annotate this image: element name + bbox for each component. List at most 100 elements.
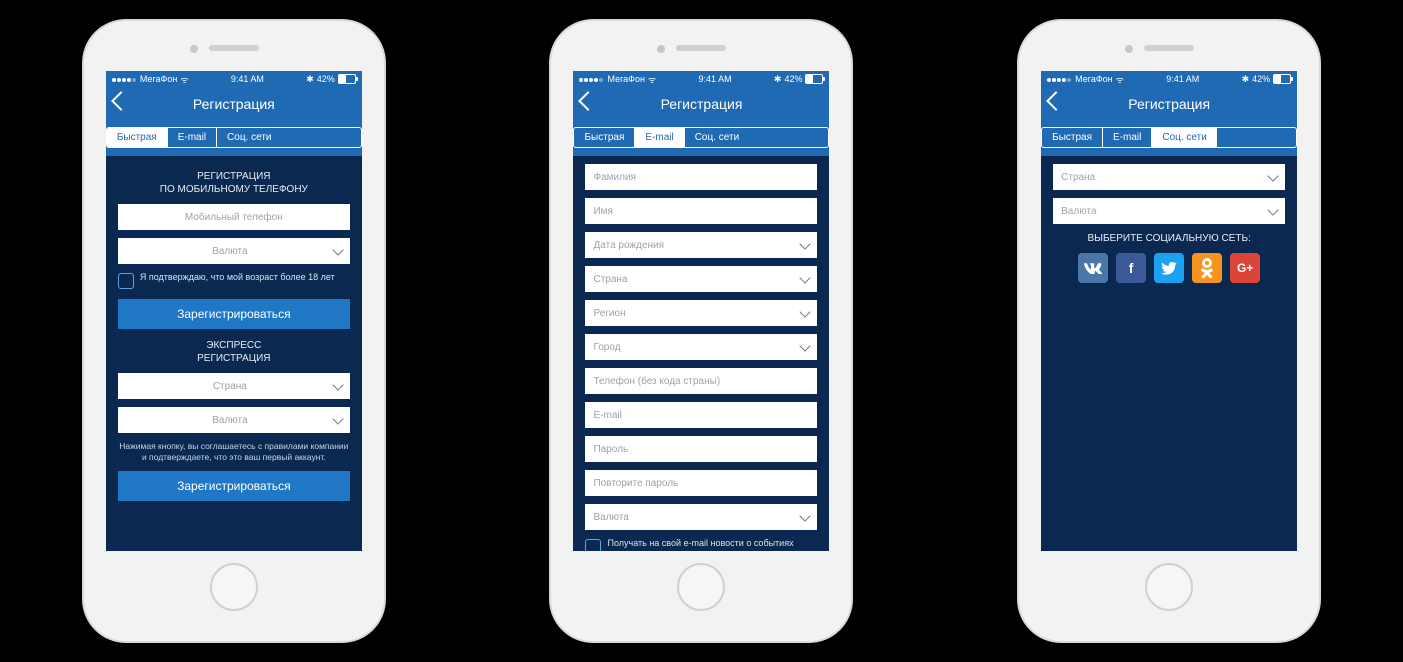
page-title: Регистрация	[661, 96, 743, 112]
tab-social[interactable]: Соц. сети	[1152, 128, 1216, 147]
register-button-2[interactable]: Зарегистрироваться	[118, 471, 350, 501]
chevron-down-icon	[332, 379, 343, 390]
home-button[interactable]	[1145, 563, 1193, 611]
tab-email[interactable]: E-mail	[1103, 128, 1152, 147]
page-title: Регистрация	[193, 96, 275, 112]
vk-glyph	[1084, 263, 1102, 274]
currency-select-2[interactable]: Валюта	[118, 407, 350, 433]
phone-mockup-fast: МегаФон ᯤ 9:41 AM ✱ 42% Регистрация Быст…	[84, 21, 384, 641]
dob-select[interactable]: Дата рождения	[585, 232, 817, 258]
currency-select[interactable]: Валюта	[118, 238, 350, 264]
facebook-icon[interactable]: f	[1116, 253, 1146, 283]
choose-social-label: ВЫБЕРИТЕ СОЦИАЛЬНУЮ СЕТЬ:	[1053, 232, 1285, 245]
placeholder: Повторите пароль	[593, 478, 678, 489]
chevron-down-icon	[332, 244, 343, 255]
checkbox-icon[interactable]	[585, 539, 601, 551]
currency-select[interactable]: Валюта	[585, 504, 817, 530]
chevron-down-icon	[800, 340, 811, 351]
placeholder: Фамилия	[593, 172, 635, 183]
country-select[interactable]: Страна	[585, 266, 817, 292]
age-confirm-row[interactable]: Я подтверждаю, что мой возраст более 18 …	[118, 272, 350, 289]
tab-email[interactable]: E-mail	[635, 128, 684, 147]
signal-dots-icon	[112, 74, 137, 84]
placeholder: Валюта	[1061, 206, 1096, 217]
nav-bar: Регистрация	[1041, 87, 1297, 121]
carrier-label: МегаФон	[607, 74, 645, 84]
placeholder: Пароль	[593, 444, 628, 455]
page-title: Регистрация	[1128, 96, 1210, 112]
phone-mockup-social: МегаФон ᯤ 9:41 AM ✱ 42% Регистрация Быст…	[1019, 21, 1319, 641]
clock-label: 9:41 AM	[231, 74, 264, 84]
battery-icon	[1273, 74, 1291, 84]
wifi-icon: ᯤ	[180, 73, 188, 86]
back-icon[interactable]	[1046, 91, 1066, 111]
back-icon[interactable]	[111, 91, 131, 111]
placeholder: Валюта	[126, 415, 334, 426]
mobile-phone-input[interactable]: Мобильный телефон	[118, 204, 350, 230]
app-screen: МегаФон ᯤ 9:41 AM ✱ 42% Регистрация Быст…	[1041, 71, 1297, 551]
tab-fast[interactable]: Быстрая	[1042, 128, 1103, 147]
signal-dots-icon	[1047, 74, 1072, 84]
back-icon[interactable]	[579, 91, 599, 111]
tab-fast[interactable]: Быстрая	[574, 128, 635, 147]
register-button[interactable]: Зарегистрироваться	[118, 299, 350, 329]
lastname-input[interactable]: Фамилия	[585, 164, 817, 190]
home-button[interactable]	[210, 563, 258, 611]
section-header-express: ЭКСПРЕСС РЕГИСТРАЦИЯ	[118, 339, 350, 365]
country-select[interactable]: Страна	[1053, 164, 1285, 190]
tab-fast[interactable]: Быстрая	[107, 128, 168, 147]
phone-input[interactable]: Телефон (без кода страны)	[585, 368, 817, 394]
battery-icon	[338, 74, 356, 84]
placeholder: Страна	[593, 274, 627, 285]
age-confirm-label: Я подтверждаю, что мой возраст более 18 …	[140, 272, 335, 284]
chevron-down-icon	[800, 238, 811, 249]
status-bar: МегаФон ᯤ 9:41 AM ✱ 42%	[106, 71, 362, 87]
content-area: Фамилия Имя Дата рождения Страна Регион …	[573, 156, 829, 551]
chevron-down-icon	[800, 510, 811, 521]
clock-label: 9:41 AM	[1166, 74, 1199, 84]
placeholder: Страна	[126, 381, 334, 392]
city-select[interactable]: Город	[585, 334, 817, 360]
section-header-mobile: РЕГИСТРАЦИЯ ПО МОБИЛЬНОМУ ТЕЛЕФОНУ	[118, 170, 350, 196]
newsletter-row[interactable]: Получать на свой e-mail новости о событи…	[585, 538, 817, 551]
phone-mockup-email: МегаФон ᯤ 9:41 AM ✱ 42% Регистрация Быст…	[551, 21, 851, 641]
segmented-control: Быстрая E-mail Соц. сети	[1041, 127, 1297, 148]
country-select[interactable]: Страна	[118, 373, 350, 399]
google-plus-icon[interactable]: G+	[1230, 253, 1260, 283]
password-repeat-input[interactable]: Повторите пароль	[585, 470, 817, 496]
speaker	[1144, 45, 1194, 51]
checkbox-icon[interactable]	[118, 273, 134, 289]
app-screen: МегаФон ᯤ 9:41 AM ✱ 42% Регистрация Быст…	[106, 71, 362, 551]
tab-email[interactable]: E-mail	[168, 128, 217, 147]
home-button[interactable]	[677, 563, 725, 611]
tab-social[interactable]: Соц. сети	[217, 128, 281, 147]
tabs-container: Быстрая E-mail Соц. сети	[573, 121, 829, 156]
social-icons-row: f G+	[1053, 253, 1285, 283]
speaker	[676, 45, 726, 51]
odnoklassniki-icon[interactable]	[1192, 253, 1222, 283]
carrier-label: МегаФон	[140, 74, 178, 84]
content-area: Страна Валюта ВЫБЕРИТЕ СОЦИАЛЬНУЮ СЕТЬ: …	[1041, 156, 1297, 551]
segmented-control: Быстрая E-mail Соц. сети	[106, 127, 362, 148]
placeholder: Имя	[593, 206, 612, 217]
firstname-input[interactable]: Имя	[585, 198, 817, 224]
currency-select[interactable]: Валюта	[1053, 198, 1285, 224]
twitter-icon[interactable]	[1154, 253, 1184, 283]
bluetooth-icon: ✱	[306, 74, 314, 85]
app-screen: МегаФон ᯤ 9:41 AM ✱ 42% Регистрация Быст…	[573, 71, 829, 551]
email-input[interactable]: E-mail	[585, 402, 817, 428]
tab-social[interactable]: Соц. сети	[685, 128, 749, 147]
camera-dot	[1125, 45, 1133, 53]
region-select[interactable]: Регион	[585, 300, 817, 326]
vk-icon[interactable]	[1078, 253, 1108, 283]
chevron-down-icon	[1267, 170, 1278, 181]
segmented-control: Быстрая E-mail Соц. сети	[573, 127, 829, 148]
ok-glyph	[1201, 258, 1213, 278]
password-input[interactable]: Пароль	[585, 436, 817, 462]
battery-icon	[805, 74, 823, 84]
placeholder: Регион	[593, 308, 625, 319]
nav-bar: Регистрация	[106, 87, 362, 121]
content-area: РЕГИСТРАЦИЯ ПО МОБИЛЬНОМУ ТЕЛЕФОНУ Мобил…	[106, 156, 362, 551]
battery-pct: 42%	[317, 74, 335, 84]
placeholder: Мобильный телефон	[126, 212, 342, 223]
